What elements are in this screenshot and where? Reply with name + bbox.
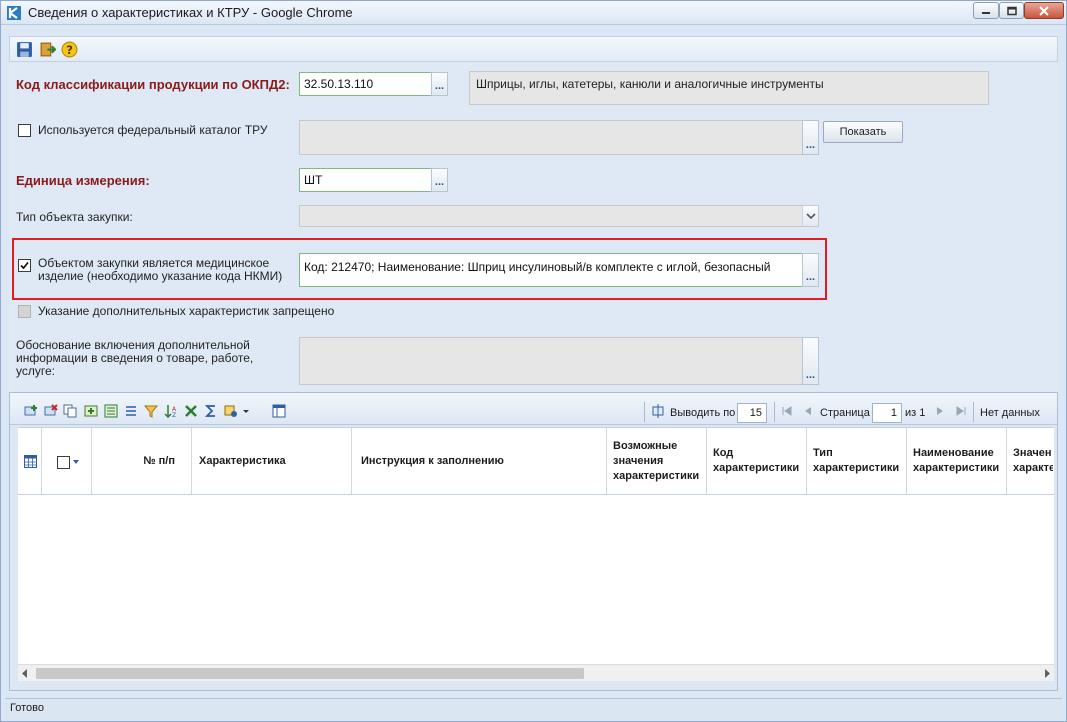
export-excel-icon[interactable] <box>184 404 198 418</box>
help-icon[interactable]: ? <box>61 41 78 58</box>
minimize-button[interactable] <box>973 2 999 19</box>
sort-icon[interactable]: AZ <box>164 404 178 418</box>
justification-label: Обоснование включения дополнительной инф… <box>16 338 254 378</box>
filter-icon[interactable] <box>144 404 158 418</box>
nkmi-select-button[interactable]: ... <box>802 253 819 287</box>
maximize-icon <box>1006 6 1017 15</box>
characteristics-grid: AZ Выводить по 15 Страница 1 из 1 Нет да… <box>9 392 1058 691</box>
column-header[interactable]: Код характеристики <box>707 428 807 494</box>
maximize-button[interactable] <box>999 2 1024 19</box>
column-header[interactable]: Тип характеристики <box>807 428 907 494</box>
federal-catalog-label: Используется федеральный каталог ТРУ <box>38 123 268 137</box>
no-data-label: Нет данных <box>980 407 1040 419</box>
unit-label: Единица измерения: <box>16 173 150 188</box>
first-page-icon[interactable] <box>780 404 794 418</box>
horizontal-scrollbar[interactable] <box>18 664 1054 681</box>
list-icon[interactable] <box>124 404 138 418</box>
svg-text:Z: Z <box>172 412 176 418</box>
minimize-icon <box>982 11 990 14</box>
nkmi-input[interactable]: Код: 212470; Наименование: Шприц инсулин… <box>299 253 803 287</box>
copy-icon[interactable] <box>63 404 77 418</box>
status-text: Готово <box>10 702 44 714</box>
object-type-dropdown-button[interactable] <box>802 206 818 226</box>
column-chooser-cell[interactable] <box>18 428 42 494</box>
close-icon <box>1039 5 1049 16</box>
okpd2-select-button[interactable]: ... <box>431 72 448 96</box>
page-count-label: из 1 <box>905 407 926 419</box>
grid-header: № п/п Характеристика Инструкция к заполн… <box>18 427 1054 495</box>
show-button[interactable]: Показать <box>823 121 903 143</box>
chevron-down-icon[interactable] <box>73 460 79 465</box>
save-icon[interactable] <box>16 41 33 58</box>
grid-toolbar: AZ Выводить по 15 Страница 1 из 1 Нет да… <box>10 393 1057 425</box>
delete-row-icon[interactable] <box>44 404 58 418</box>
exit-icon[interactable] <box>39 41 56 58</box>
main-toolbar: ? <box>9 36 1058 62</box>
column-header[interactable]: Характеристика <box>192 428 352 494</box>
status-bar: Готово <box>5 698 1062 718</box>
scrollbar-thumb[interactable] <box>36 668 584 679</box>
justification-select-button[interactable]: ... <box>802 337 819 385</box>
page-input[interactable]: 1 <box>872 403 902 423</box>
column-header[interactable]: Значен характе <box>1007 428 1054 494</box>
scroll-left-icon[interactable] <box>22 669 28 678</box>
column-header[interactable]: Возможные значения характеристики <box>607 428 707 494</box>
select-all-checkbox[interactable] <box>57 456 70 469</box>
separator <box>973 402 974 422</box>
window-title: Сведения о характеристиках и КТРУ - Goog… <box>28 5 353 20</box>
page-size-icon[interactable] <box>651 404 665 418</box>
last-page-icon[interactable] <box>954 404 968 418</box>
settings-icon[interactable] <box>224 404 238 418</box>
chevron-down-icon <box>806 213 816 220</box>
okpd2-description: Шприцы, иглы, катетеры, канюли и аналоги… <box>469 71 989 105</box>
okpd2-label: Код классификации продукции по ОКПД2: <box>16 77 290 92</box>
svg-text:?: ? <box>66 43 73 57</box>
justification-field <box>299 337 803 385</box>
okpd2-input[interactable]: 32.50.13.110 <box>299 72 433 96</box>
separator <box>774 402 775 422</box>
object-type-label: Тип объекта закупки: <box>16 210 133 224</box>
column-header[interactable]: № п/п <box>92 428 192 494</box>
page-label: Страница <box>820 407 870 419</box>
unit-select-button[interactable]: ... <box>431 168 448 192</box>
sum-icon[interactable] <box>204 404 218 418</box>
medical-device-checkbox[interactable] <box>18 259 31 272</box>
checkmark-icon <box>20 261 29 270</box>
column-header[interactable]: Наименование характеристики <box>907 428 1007 494</box>
app-logo-icon <box>7 6 21 20</box>
medical-device-label: Объектом закупки является медицинское из… <box>38 256 283 283</box>
close-button[interactable] <box>1024 2 1064 19</box>
federal-catalog-field <box>299 120 803 155</box>
prev-page-icon[interactable] <box>801 404 815 418</box>
import-excel-icon[interactable] <box>104 404 118 418</box>
columns-icon[interactable] <box>272 404 286 418</box>
separator <box>644 402 645 422</box>
select-all-cell[interactable] <box>42 428 92 494</box>
browser-window: Сведения о характеристиках и КТРУ - Goog… <box>0 0 1067 722</box>
page-size-input[interactable]: 15 <box>737 403 767 423</box>
object-type-select[interactable] <box>299 205 819 227</box>
next-page-icon[interactable] <box>933 404 947 418</box>
page-size-label: Выводить по <box>670 407 736 419</box>
federal-catalog-select-button[interactable]: ... <box>802 120 819 155</box>
grid-body <box>18 495 1054 664</box>
unit-input[interactable]: ШТ <box>299 168 433 192</box>
extra-forbidden-label: Указание дополнительных характеристик за… <box>38 304 335 318</box>
add-characteristic-icon[interactable] <box>84 404 98 418</box>
table-settings-icon <box>24 455 37 468</box>
federal-catalog-checkbox[interactable] <box>18 124 31 137</box>
add-row-icon[interactable] <box>24 404 38 418</box>
title-bar: Сведения о характеристиках и КТРУ - Goog… <box>1 1 1066 25</box>
extra-forbidden-checkbox[interactable] <box>18 305 31 318</box>
chevron-down-icon[interactable] <box>242 404 250 418</box>
scroll-right-icon[interactable] <box>1044 669 1050 678</box>
column-header[interactable]: Инструкция к заполнению <box>352 428 607 494</box>
